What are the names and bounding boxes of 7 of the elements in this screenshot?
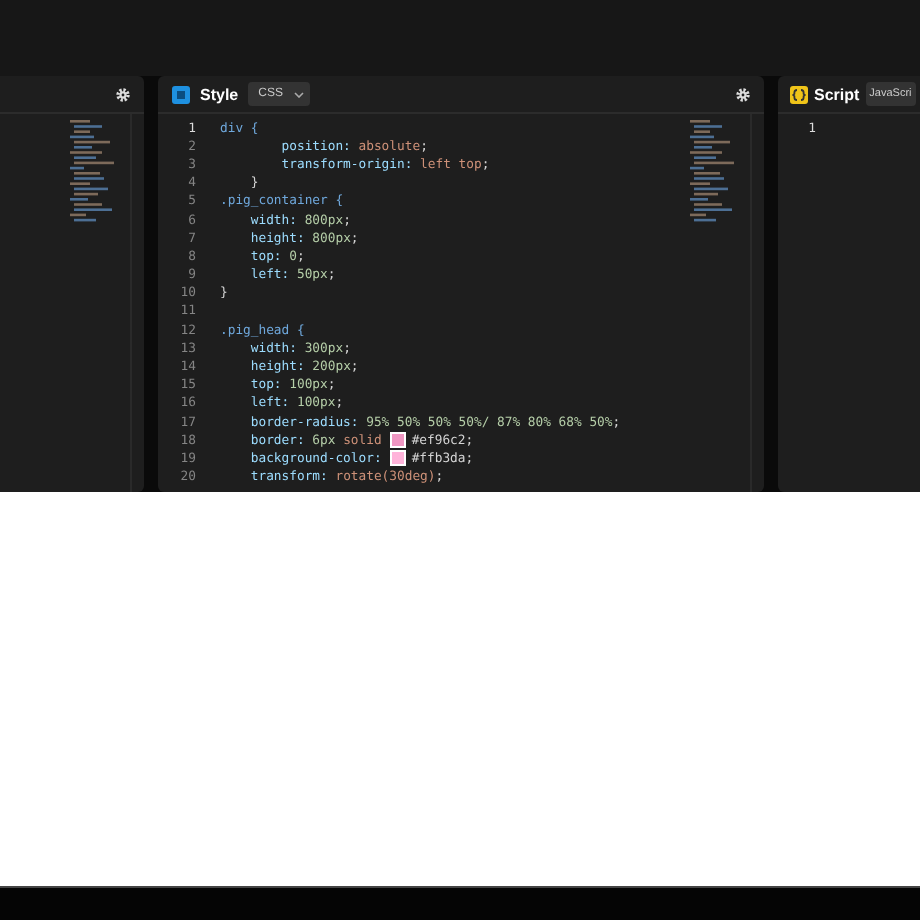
braces-icon (790, 85, 808, 103)
square-icon (172, 85, 190, 103)
settings-icon[interactable] (116, 87, 130, 101)
panel-title: Style (200, 85, 239, 103)
panel-title: Script (814, 85, 860, 103)
settings-icon[interactable] (736, 87, 750, 101)
chevron-down-icon (294, 91, 305, 97)
